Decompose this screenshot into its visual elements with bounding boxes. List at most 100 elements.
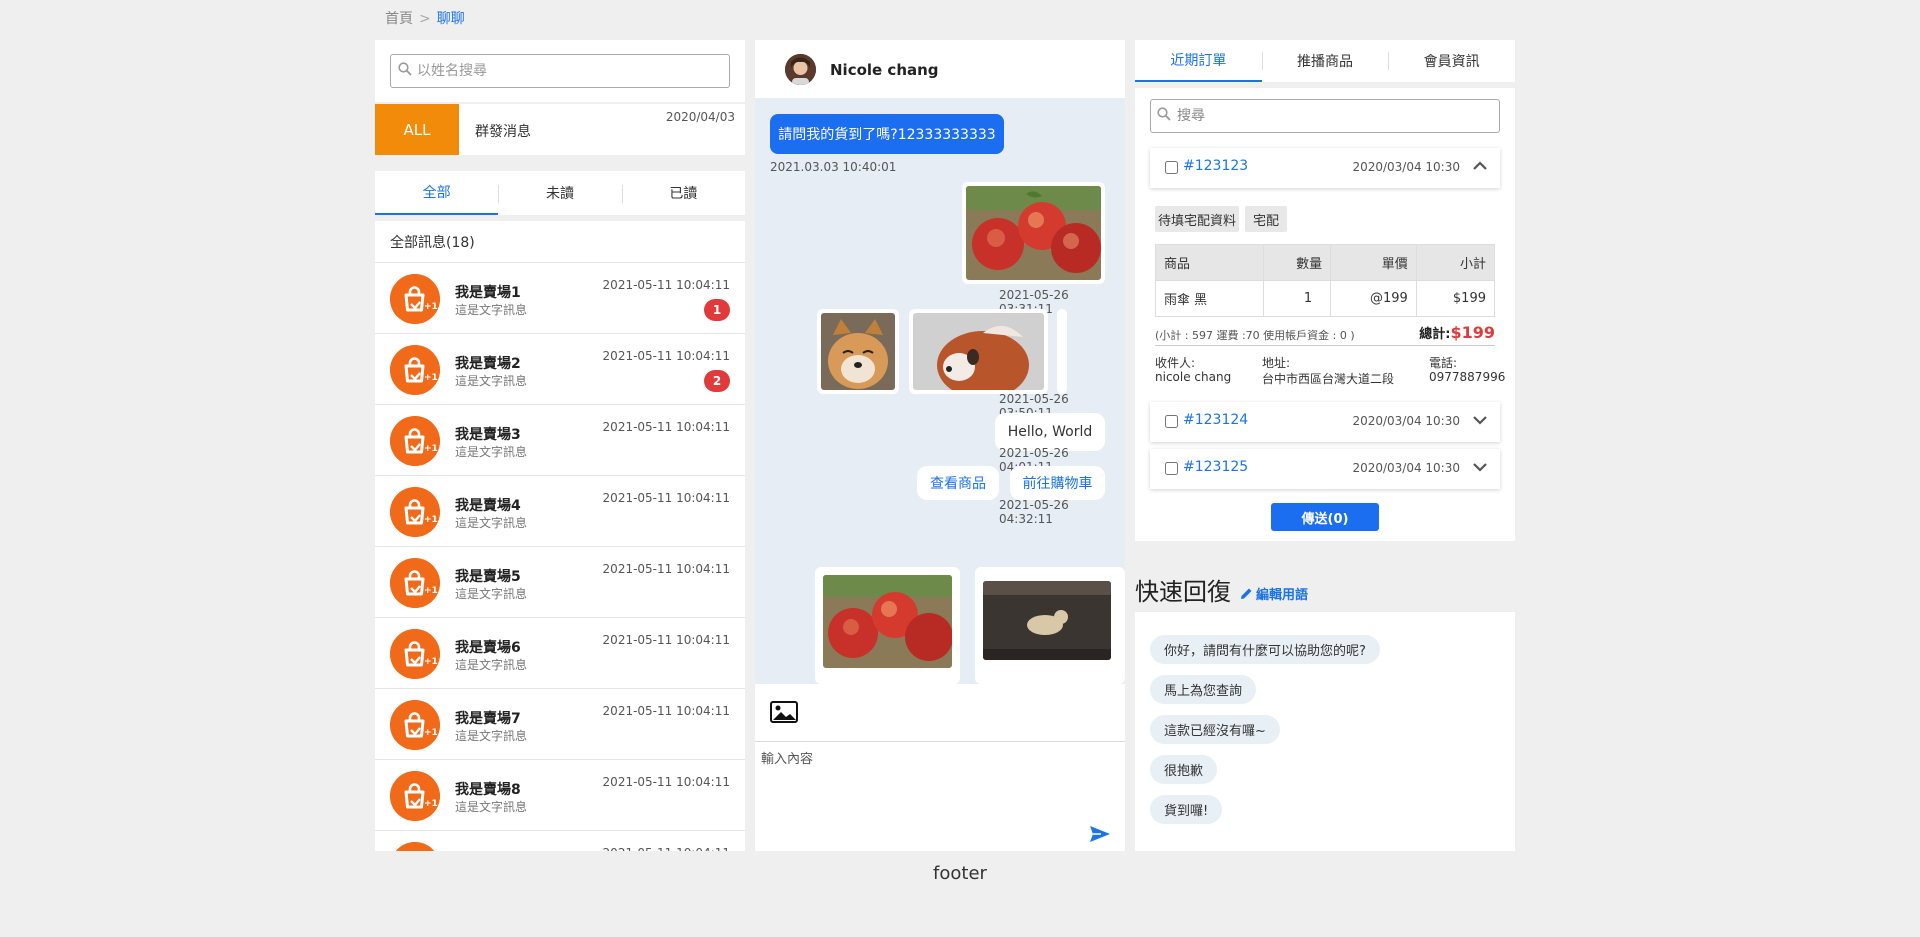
order-summary: (小計 : 597 運費 :70 使用帳戶資金 : 0 ) xyxy=(1155,329,1355,342)
send-orders-button[interactable]: 傳送(0) xyxy=(1271,503,1379,531)
view-product-button[interactable]: 查看商品 xyxy=(917,466,999,500)
shopping-bag-icon: +1 xyxy=(390,274,440,324)
contact-name: Nicole chang xyxy=(830,61,939,79)
quick-reply-chip[interactable]: 貨到囉! xyxy=(1150,795,1223,824)
order-header[interactable]: #123124 2020/03/04 10:30 xyxy=(1150,402,1500,442)
tab-unread[interactable]: 未讀 xyxy=(498,171,621,215)
conversation-name: 我是賣場1 xyxy=(455,285,521,301)
apple-photo xyxy=(823,575,952,668)
shopping-bag-icon: +1 xyxy=(390,700,440,750)
quick-reply-chip[interactable]: 馬上為您查詢 xyxy=(1150,675,1257,704)
order-id[interactable]: #123123 xyxy=(1183,158,1248,174)
group-message-date: 2020/04/03 xyxy=(665,110,735,124)
breadcrumb-separator: > xyxy=(419,11,431,27)
svg-text:+1: +1 xyxy=(424,373,438,383)
quick-reply-chip[interactable]: 這款已經沒有囉~ xyxy=(1150,715,1280,744)
tab-push-products[interactable]: 推播商品 xyxy=(1261,40,1389,82)
conversation-time: 2021-05-11 10:04:11 xyxy=(602,491,730,505)
conversation-item[interactable]: +1 我是賣場1 這是文字訊息 2021-05-11 10:04:11 1 xyxy=(375,263,745,334)
chevron-up-icon[interactable] xyxy=(1472,158,1488,174)
conversation-name: 我是賣場2 xyxy=(455,356,521,372)
group-message-row[interactable]: ALL 群發消息 2020/04/03 xyxy=(375,104,745,155)
message-image[interactable] xyxy=(815,567,960,684)
message-bubble: 請問我的貨到了嗎?12333333333 xyxy=(770,114,1004,154)
message-input[interactable] xyxy=(761,748,1101,828)
conversation-item[interactable]: +1 我是賣場5 這是文字訊息 2021-05-11 10:04:11 xyxy=(375,547,745,618)
total-amount: $199 xyxy=(1450,323,1495,342)
conversation-name: 我是賣場5 xyxy=(455,569,521,585)
subtotal-cell: $199 xyxy=(1415,280,1496,317)
order-search-input[interactable] xyxy=(1151,100,1499,132)
all-button[interactable]: ALL xyxy=(375,104,459,155)
conversation-preview: 這是文字訊息 xyxy=(455,516,528,530)
conversation-item[interactable]: +1 我是賣場2 這是文字訊息 2021-05-11 10:04:11 2 xyxy=(375,334,745,405)
chevron-down-icon[interactable] xyxy=(1472,459,1488,475)
phone-value: 0977887996 xyxy=(1429,370,1506,384)
name-search-box xyxy=(375,40,745,102)
image-icon[interactable] xyxy=(770,701,798,723)
breadcrumb-home[interactable]: 首頁 xyxy=(385,11,413,27)
divider xyxy=(1155,345,1495,346)
tab-read[interactable]: 已讀 xyxy=(621,171,745,215)
message-time: 2021-05-26 04:32:11 xyxy=(999,498,1069,526)
conversation-item[interactable]: +1 我是賣場7 這是文字訊息 2021-05-11 10:04:11 xyxy=(375,689,745,760)
shop-avatar: +1 xyxy=(390,487,440,537)
conversation-name: 我是賣場6 xyxy=(455,640,521,656)
name-search-wrap xyxy=(390,54,730,88)
conversation-item[interactable]: +1 我是賣場4 這是文字訊息 2021-05-11 10:04:11 xyxy=(375,476,745,547)
conversation-name: 我是賣場7 xyxy=(455,711,521,727)
message-video[interactable] xyxy=(975,567,1125,684)
name-search-input[interactable] xyxy=(391,55,729,87)
go-to-cart-button[interactable]: 前往購物車 xyxy=(1010,466,1105,500)
conversation-list: +1 我是賣場1 這是文字訊息 2021-05-11 10:04:11 1 +1… xyxy=(375,263,745,851)
conversation-time: 2021-05-11 10:04:11 xyxy=(602,349,730,363)
order-checkbox[interactable] xyxy=(1165,161,1178,174)
conversation-item[interactable]: +1 我是賣場9 這是文字訊息 2021-05-11 10:04:11 xyxy=(375,831,745,851)
price-cell: @199 xyxy=(1330,280,1417,317)
order-header[interactable]: #123123 2020/03/04 10:30 xyxy=(1150,148,1500,188)
quick-reply-chip[interactable]: 很抱歉 xyxy=(1150,755,1218,784)
video-thumbnail xyxy=(983,581,1111,660)
order-search-wrap xyxy=(1150,99,1500,133)
conversation-item[interactable]: +1 我是賣場3 這是文字訊息 2021-05-11 10:04:11 xyxy=(375,405,745,476)
order-id[interactable]: #123124 xyxy=(1183,412,1248,428)
column-header: 商品 xyxy=(1155,244,1264,281)
conversation-preview: 這是文字訊息 xyxy=(455,800,528,814)
conversation-name: 我是賣場3 xyxy=(455,427,521,443)
message-image[interactable] xyxy=(909,309,1048,394)
message-image[interactable] xyxy=(817,309,899,394)
edit-phrases-label[interactable]: 編輯用語 xyxy=(1256,584,1308,603)
shop-avatar: +1 xyxy=(390,558,440,608)
message-image[interactable] xyxy=(962,182,1105,284)
conversation-time: 2021-05-11 10:04:11 xyxy=(602,562,730,576)
send-icon[interactable] xyxy=(1089,825,1111,843)
order-header[interactable]: #123125 2020/03/04 10:30 xyxy=(1150,449,1500,489)
order-checkbox[interactable] xyxy=(1165,415,1178,428)
message-input-area xyxy=(755,684,1125,851)
svg-text:+1: +1 xyxy=(424,515,438,525)
quick-reply-chip[interactable]: 你好，請問有什麼可以協助您的呢? xyxy=(1150,635,1380,664)
tab-member-info[interactable]: 會員資訊 xyxy=(1388,40,1515,82)
column-header: 小計 xyxy=(1415,244,1496,281)
shopping-bag-icon: +1 xyxy=(390,416,440,466)
chat-header: Nicole chang xyxy=(755,40,1125,98)
message-image-partial xyxy=(1057,309,1067,394)
order-id[interactable]: #123125 xyxy=(1183,459,1248,475)
edit-phrases-link[interactable]: 編輯用語 xyxy=(1240,584,1308,603)
product-cell: 雨傘 黑 xyxy=(1155,280,1264,317)
chevron-down-icon[interactable] xyxy=(1472,412,1488,428)
conversation-item[interactable]: +1 我是賣場6 這是文字訊息 2021-05-11 10:04:11 xyxy=(375,618,745,689)
quick-reply-panel: 你好，請問有什麼可以協助您的呢? 馬上為您查詢 這款已經沒有囉~ 很抱歉 貨到囉… xyxy=(1135,612,1515,851)
address-label: 地址: xyxy=(1262,356,1291,370)
red-panda-photo xyxy=(913,313,1044,390)
search-icon xyxy=(1157,107,1171,121)
order-checkbox[interactable] xyxy=(1165,462,1178,475)
shop-avatar: +1 xyxy=(390,274,440,324)
shiba-photo xyxy=(821,313,895,390)
order-items-table: 商品 數量 單價 小計 雨傘 黑 1 @199 $199 xyxy=(1155,244,1496,317)
shop-avatar: +1 xyxy=(390,700,440,750)
conversation-item[interactable]: +1 我是賣場8 這是文字訊息 2021-05-11 10:04:11 xyxy=(375,760,745,831)
tab-recent-orders[interactable]: 近期訂單 xyxy=(1135,40,1262,82)
tab-all[interactable]: 全部 xyxy=(375,171,499,215)
recipient-label: 收件人: xyxy=(1155,356,1196,370)
